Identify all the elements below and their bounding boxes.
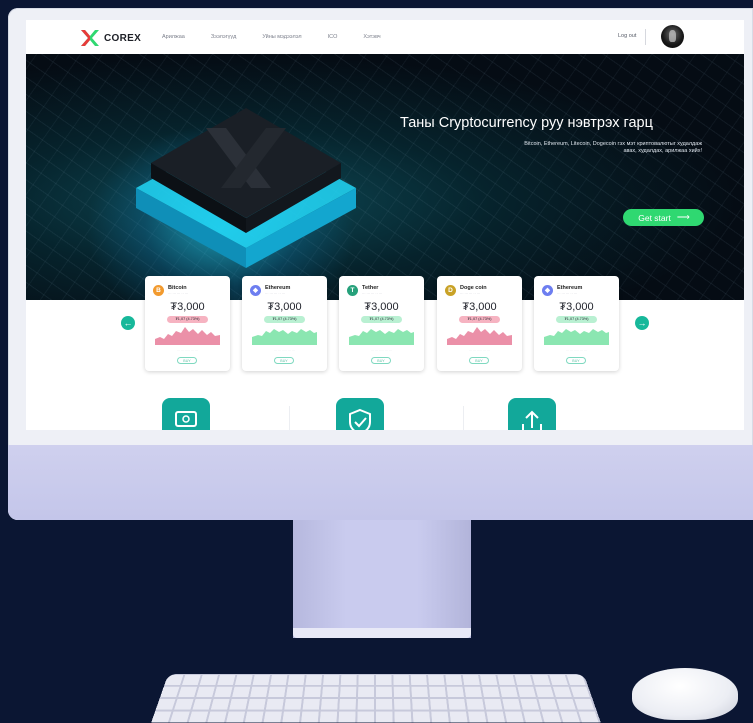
ethereum-icon: ◆ bbox=[250, 285, 261, 296]
price-sparkline bbox=[349, 329, 414, 345]
hero-description: Bitcoin, Ethereum, Litecoin, Dogecoin гэ… bbox=[524, 141, 702, 154]
brand-name: COREX bbox=[104, 32, 142, 44]
monitor-chin bbox=[8, 445, 753, 520]
price-change-badge: ₮1,07 (4.73%) bbox=[459, 316, 500, 323]
card-footer: ··· ··· ··· ·· ··· ··· bbox=[468, 348, 491, 352]
chip-x-illustration bbox=[136, 108, 356, 268]
buy-button[interactable]: BUY bbox=[566, 357, 586, 364]
coin-card[interactable]: ◆ Ethereum ··· ··· ··· ·· ··· ₮3,000 ₮1,… bbox=[534, 276, 619, 371]
price-sparkline bbox=[252, 329, 317, 345]
buy-button[interactable]: BUY bbox=[177, 357, 197, 364]
coin-name: Doge coin bbox=[460, 285, 487, 291]
corex-logo-icon bbox=[81, 30, 99, 46]
monitor-stand bbox=[293, 520, 471, 638]
tether-icon: T bbox=[347, 285, 358, 296]
coin-card[interactable]: B Bitcoin ··· ··· ··· ·· ··· ₮3,000 ₮1,0… bbox=[145, 276, 230, 371]
price-change-badge: ₮1,07 (4.73%) bbox=[264, 316, 305, 323]
coin-price: ₮3,000 bbox=[559, 301, 594, 313]
price-change-badge: ₮1,07 (4.73%) bbox=[556, 316, 597, 323]
nav-item-trade[interactable]: Арилжаа bbox=[162, 34, 185, 40]
coin-price: ₮3,000 bbox=[462, 301, 497, 313]
monitor-stand-foot bbox=[293, 628, 471, 638]
card-footer: ··· ··· ··· ·· ··· ··· bbox=[273, 348, 296, 352]
dogecoin-icon: D bbox=[445, 285, 456, 296]
nav-item-news[interactable]: Уйны мэдээлэл bbox=[262, 34, 301, 40]
top-navbar: COREX Арилжаа Зээлэгүүд Уйны мэдээлэл IC… bbox=[26, 20, 744, 54]
feature-divider bbox=[463, 406, 464, 430]
coin-price: ₮3,000 bbox=[267, 301, 302, 313]
arrow-right-icon: ⟶ bbox=[676, 212, 690, 222]
coin-subtitle: ··· ··· ··· ·· ··· bbox=[557, 292, 578, 296]
carousel-next-button[interactable]: → bbox=[635, 316, 649, 330]
shield-check-icon bbox=[336, 398, 384, 430]
nav-divider bbox=[645, 29, 646, 45]
coin-name: Bitcoin bbox=[168, 285, 187, 291]
nav-item-ico[interactable]: ICO bbox=[328, 34, 338, 40]
logout-link[interactable]: Log out bbox=[618, 33, 636, 39]
price-sparkline bbox=[544, 329, 609, 345]
nav-item-loans[interactable]: Зээлэгүүд bbox=[211, 34, 237, 40]
carousel-prev-button[interactable]: ← bbox=[121, 316, 135, 330]
nav-item-wallet[interactable]: Хэтэвч bbox=[363, 34, 380, 40]
website-screen: COREX Арилжаа Зээлэгүүд Уйны мэдээлэл IC… bbox=[26, 20, 744, 430]
get-start-label: Get start bbox=[638, 212, 671, 223]
price-sparkline bbox=[155, 327, 220, 345]
feature-divider bbox=[289, 406, 290, 430]
card-footer: ··· ··· ··· ·· ··· ··· bbox=[176, 348, 199, 352]
coin-price: ₮3,000 bbox=[170, 301, 205, 313]
price-sparkline bbox=[447, 327, 512, 345]
get-start-button[interactable]: Get start ⟶ bbox=[623, 209, 704, 226]
coin-subtitle: ··· ··· ··· ·· ··· bbox=[460, 292, 481, 296]
ethereum-icon: ◆ bbox=[542, 285, 553, 296]
coin-card[interactable]: ◆ Ethereum ··· ··· ··· ·· ··· ₮3,000 ₮1,… bbox=[242, 276, 327, 371]
coin-name: Ethereum bbox=[265, 285, 291, 291]
money-icon bbox=[162, 398, 210, 430]
mouse bbox=[632, 668, 738, 720]
coin-price: ₮3,000 bbox=[364, 301, 399, 313]
card-footer: ··· ··· ··· ·· ··· ··· bbox=[565, 348, 588, 352]
coin-subtitle: ··· ··· ··· ·· ··· bbox=[168, 292, 189, 296]
upload-icon bbox=[508, 398, 556, 430]
coin-name: Tether bbox=[362, 285, 379, 291]
hero-banner: Таны Cryptocurrency руу нэвтрэх гарц Bit… bbox=[26, 54, 744, 300]
buy-button[interactable]: BUY bbox=[371, 357, 391, 364]
keyboard bbox=[151, 674, 601, 723]
coin-name: Ethereum bbox=[557, 285, 583, 291]
coin-subtitle: ··· ··· ··· ·· ··· bbox=[362, 292, 383, 296]
hero-title: Таны Cryptocurrency руу нэвтрэх гарц bbox=[400, 115, 653, 131]
price-change-badge: ₮1,07 (4.73%) bbox=[167, 316, 208, 323]
nav-menu: Арилжаа Зээлэгүүд Уйны мэдээлэл ICO Хэтэ… bbox=[162, 34, 381, 40]
price-change-badge: ₮1,07 (4.73%) bbox=[361, 316, 402, 323]
user-avatar[interactable] bbox=[661, 25, 684, 48]
card-footer: ··· ··· ··· ·· ··· ··· bbox=[370, 348, 393, 352]
coin-subtitle: ··· ··· ··· ·· ··· bbox=[265, 292, 286, 296]
brand-logo[interactable]: COREX bbox=[80, 29, 141, 47]
coin-card[interactable]: T Tether ··· ··· ··· ·· ··· ₮3,000 ₮1,07… bbox=[339, 276, 424, 371]
bitcoin-icon: B bbox=[153, 285, 164, 296]
buy-button[interactable]: BUY bbox=[469, 357, 489, 364]
buy-button[interactable]: BUY bbox=[274, 357, 294, 364]
coin-card[interactable]: D Doge coin ··· ··· ··· ·· ··· ₮3,000 ₮1… bbox=[437, 276, 522, 371]
